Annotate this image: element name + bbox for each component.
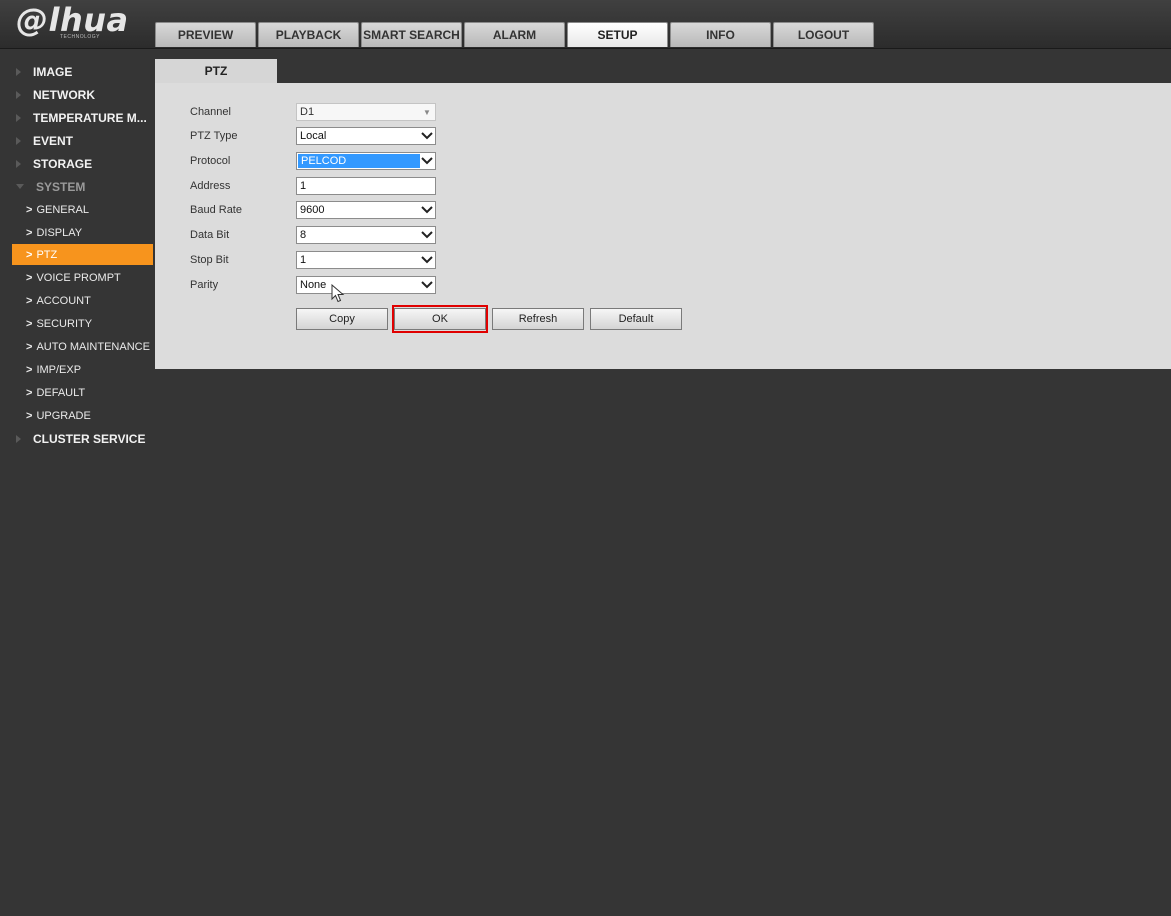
chevron-right-icon: >: [26, 226, 33, 239]
dahua-logo: @lhua: [16, 1, 129, 39]
collapsed-arrow-icon: [16, 159, 21, 168]
sidebar-sub-label: UPGRADE: [36, 409, 91, 422]
ok-button[interactable]: OK: [394, 308, 486, 330]
sidebar-sub-upgrade[interactable]: > UPGRADE: [12, 405, 153, 426]
sidebar-sub-voice-prompt[interactable]: > VOICE PROMPT: [12, 267, 153, 288]
sidebar-sub-default[interactable]: > DEFAULT: [12, 382, 153, 403]
tab-setup[interactable]: SETUP: [567, 22, 668, 47]
protocol-label: Protocol: [190, 155, 231, 167]
address-input[interactable]: 1: [296, 177, 436, 195]
protocol-row: Protocol PELCOD: [190, 151, 436, 171]
default-button[interactable]: Default: [590, 308, 682, 330]
chevron-right-icon: >: [26, 363, 33, 376]
collapsed-arrow-icon: [16, 136, 21, 145]
data-bit-row: Data Bit 8: [190, 225, 436, 245]
collapsed-arrow-icon: [16, 113, 21, 122]
sidebar-sub-label: GENERAL: [36, 203, 90, 216]
stop-bit-select[interactable]: 1: [296, 251, 436, 269]
address-row: Address 1: [190, 176, 436, 196]
sidebar-sub-label: SECURITY: [36, 317, 93, 330]
sidebar-item-network[interactable]: NETWORK: [12, 84, 153, 105]
sidebar-sub-label: VOICE PROMPT: [36, 271, 121, 284]
data-bit-label: Data Bit: [190, 229, 230, 241]
top-bar: @lhua TECHNOLOGY PREVIEW PLAYBACK SMART …: [0, 0, 1171, 49]
chevron-right-icon: >: [26, 203, 33, 216]
expanded-arrow-icon: [16, 184, 24, 189]
sidebar-sub-label: ACCOUNT: [36, 294, 91, 307]
sidebar-item-cluster-service[interactable]: CLUSTER SERVICE: [12, 428, 153, 449]
chevron-right-icon: >: [26, 340, 33, 353]
chevron-down-icon: [421, 229, 433, 241]
tab-playback[interactable]: PLAYBACK: [258, 22, 359, 47]
sidebar-sub-display[interactable]: > DISPLAY: [12, 222, 153, 243]
parity-row: Parity None: [190, 275, 436, 295]
sidebar-sub-label: PTZ: [36, 248, 58, 261]
chevron-right-icon: >: [26, 386, 33, 399]
dropdown-arrow-icon: ▼: [423, 107, 431, 117]
sidebar-item-label: IMAGE: [33, 64, 73, 79]
sidebar-item-label: SYSTEM: [36, 179, 86, 194]
chevron-down-icon: [421, 279, 433, 291]
chevron-down-icon: [421, 155, 433, 167]
chevron-right-icon: >: [26, 317, 33, 330]
tab-info[interactable]: INFO: [670, 22, 771, 47]
sidebar-sub-auto-maintenance[interactable]: > AUTO MAINTENANCE: [12, 336, 153, 357]
chevron-right-icon: >: [26, 248, 33, 261]
ptz-type-select[interactable]: Local: [296, 127, 436, 145]
chevron-right-icon: >: [26, 409, 33, 422]
collapsed-arrow-icon: [16, 67, 21, 76]
sidebar-item-label: EVENT: [33, 133, 74, 148]
baud-rate-select[interactable]: 9600: [296, 201, 436, 219]
tab-logout[interactable]: LOGOUT: [773, 22, 874, 47]
collapsed-arrow-icon: [16, 434, 21, 443]
sidebar-item-system[interactable]: SYSTEM: [12, 176, 153, 197]
chevron-right-icon: >: [26, 294, 33, 307]
tab-smart-search[interactable]: SMART SEARCH: [361, 22, 462, 47]
chevron-right-icon: >: [26, 271, 33, 284]
channel-row: Channel D1 ▼: [190, 102, 436, 122]
protocol-select[interactable]: PELCOD: [296, 152, 436, 170]
sidebar-sub-general[interactable]: > GENERAL: [12, 199, 153, 220]
sidebar-sub-label: IMP/EXP: [36, 363, 82, 376]
data-bit-select[interactable]: 8: [296, 226, 436, 244]
tab-preview[interactable]: PREVIEW: [155, 22, 256, 47]
sidebar-item-label: STORAGE: [33, 156, 93, 171]
sidebar-item-label: NETWORK: [33, 87, 95, 102]
ptz-settings-panel: Channel D1 ▼ PTZ Type Local Protocol PEL…: [155, 83, 1171, 369]
stop-bit-row: Stop Bit 1: [190, 250, 436, 270]
mouse-pointer-icon: [331, 284, 345, 303]
sidebar-sub-account[interactable]: > ACCOUNT: [12, 290, 153, 311]
parity-select[interactable]: None: [296, 276, 436, 294]
sidebar-item-label: TEMPERATURE M...: [33, 110, 147, 125]
sidebar-sub-label: AUTO MAINTENANCE: [36, 340, 150, 353]
stop-bit-label: Stop Bit: [190, 254, 229, 266]
baud-rate-label: Baud Rate: [190, 204, 242, 216]
copy-button[interactable]: Copy: [296, 308, 388, 330]
sidebar-item-temperature[interactable]: TEMPERATURE M...: [12, 107, 153, 128]
sidebar-sub-security[interactable]: > SECURITY: [12, 313, 153, 334]
sidebar-item-label: CLUSTER SERVICE: [33, 431, 146, 446]
channel-label: Channel: [190, 106, 231, 118]
chevron-down-icon: [421, 130, 433, 142]
parity-label: Parity: [190, 279, 219, 291]
ptz-type-row: PTZ Type Local: [190, 126, 436, 146]
sidebar-sub-label: DEFAULT: [36, 386, 86, 399]
sidebar-sub-ptz[interactable]: > PTZ: [12, 244, 153, 265]
refresh-button[interactable]: Refresh: [492, 308, 584, 330]
baud-rate-row: Baud Rate 9600: [190, 200, 436, 220]
channel-select[interactable]: D1 ▼: [296, 103, 436, 121]
tab-alarm[interactable]: ALARM: [464, 22, 565, 47]
chevron-down-icon: [421, 254, 433, 266]
address-label: Address: [190, 180, 231, 192]
sidebar-item-image[interactable]: IMAGE: [12, 61, 153, 82]
logo-subtitle: TECHNOLOGY: [60, 34, 101, 40]
sidebar-sub-imp-exp[interactable]: > IMP/EXP: [12, 359, 153, 380]
sidebar-sub-label: DISPLAY: [36, 226, 83, 239]
ptz-type-label: PTZ Type: [190, 130, 238, 142]
tab-ptz[interactable]: PTZ: [155, 59, 277, 83]
chevron-down-icon: [421, 204, 433, 216]
sidebar-item-storage[interactable]: STORAGE: [12, 153, 153, 174]
collapsed-arrow-icon: [16, 90, 21, 99]
sidebar-item-event[interactable]: EVENT: [12, 130, 153, 151]
